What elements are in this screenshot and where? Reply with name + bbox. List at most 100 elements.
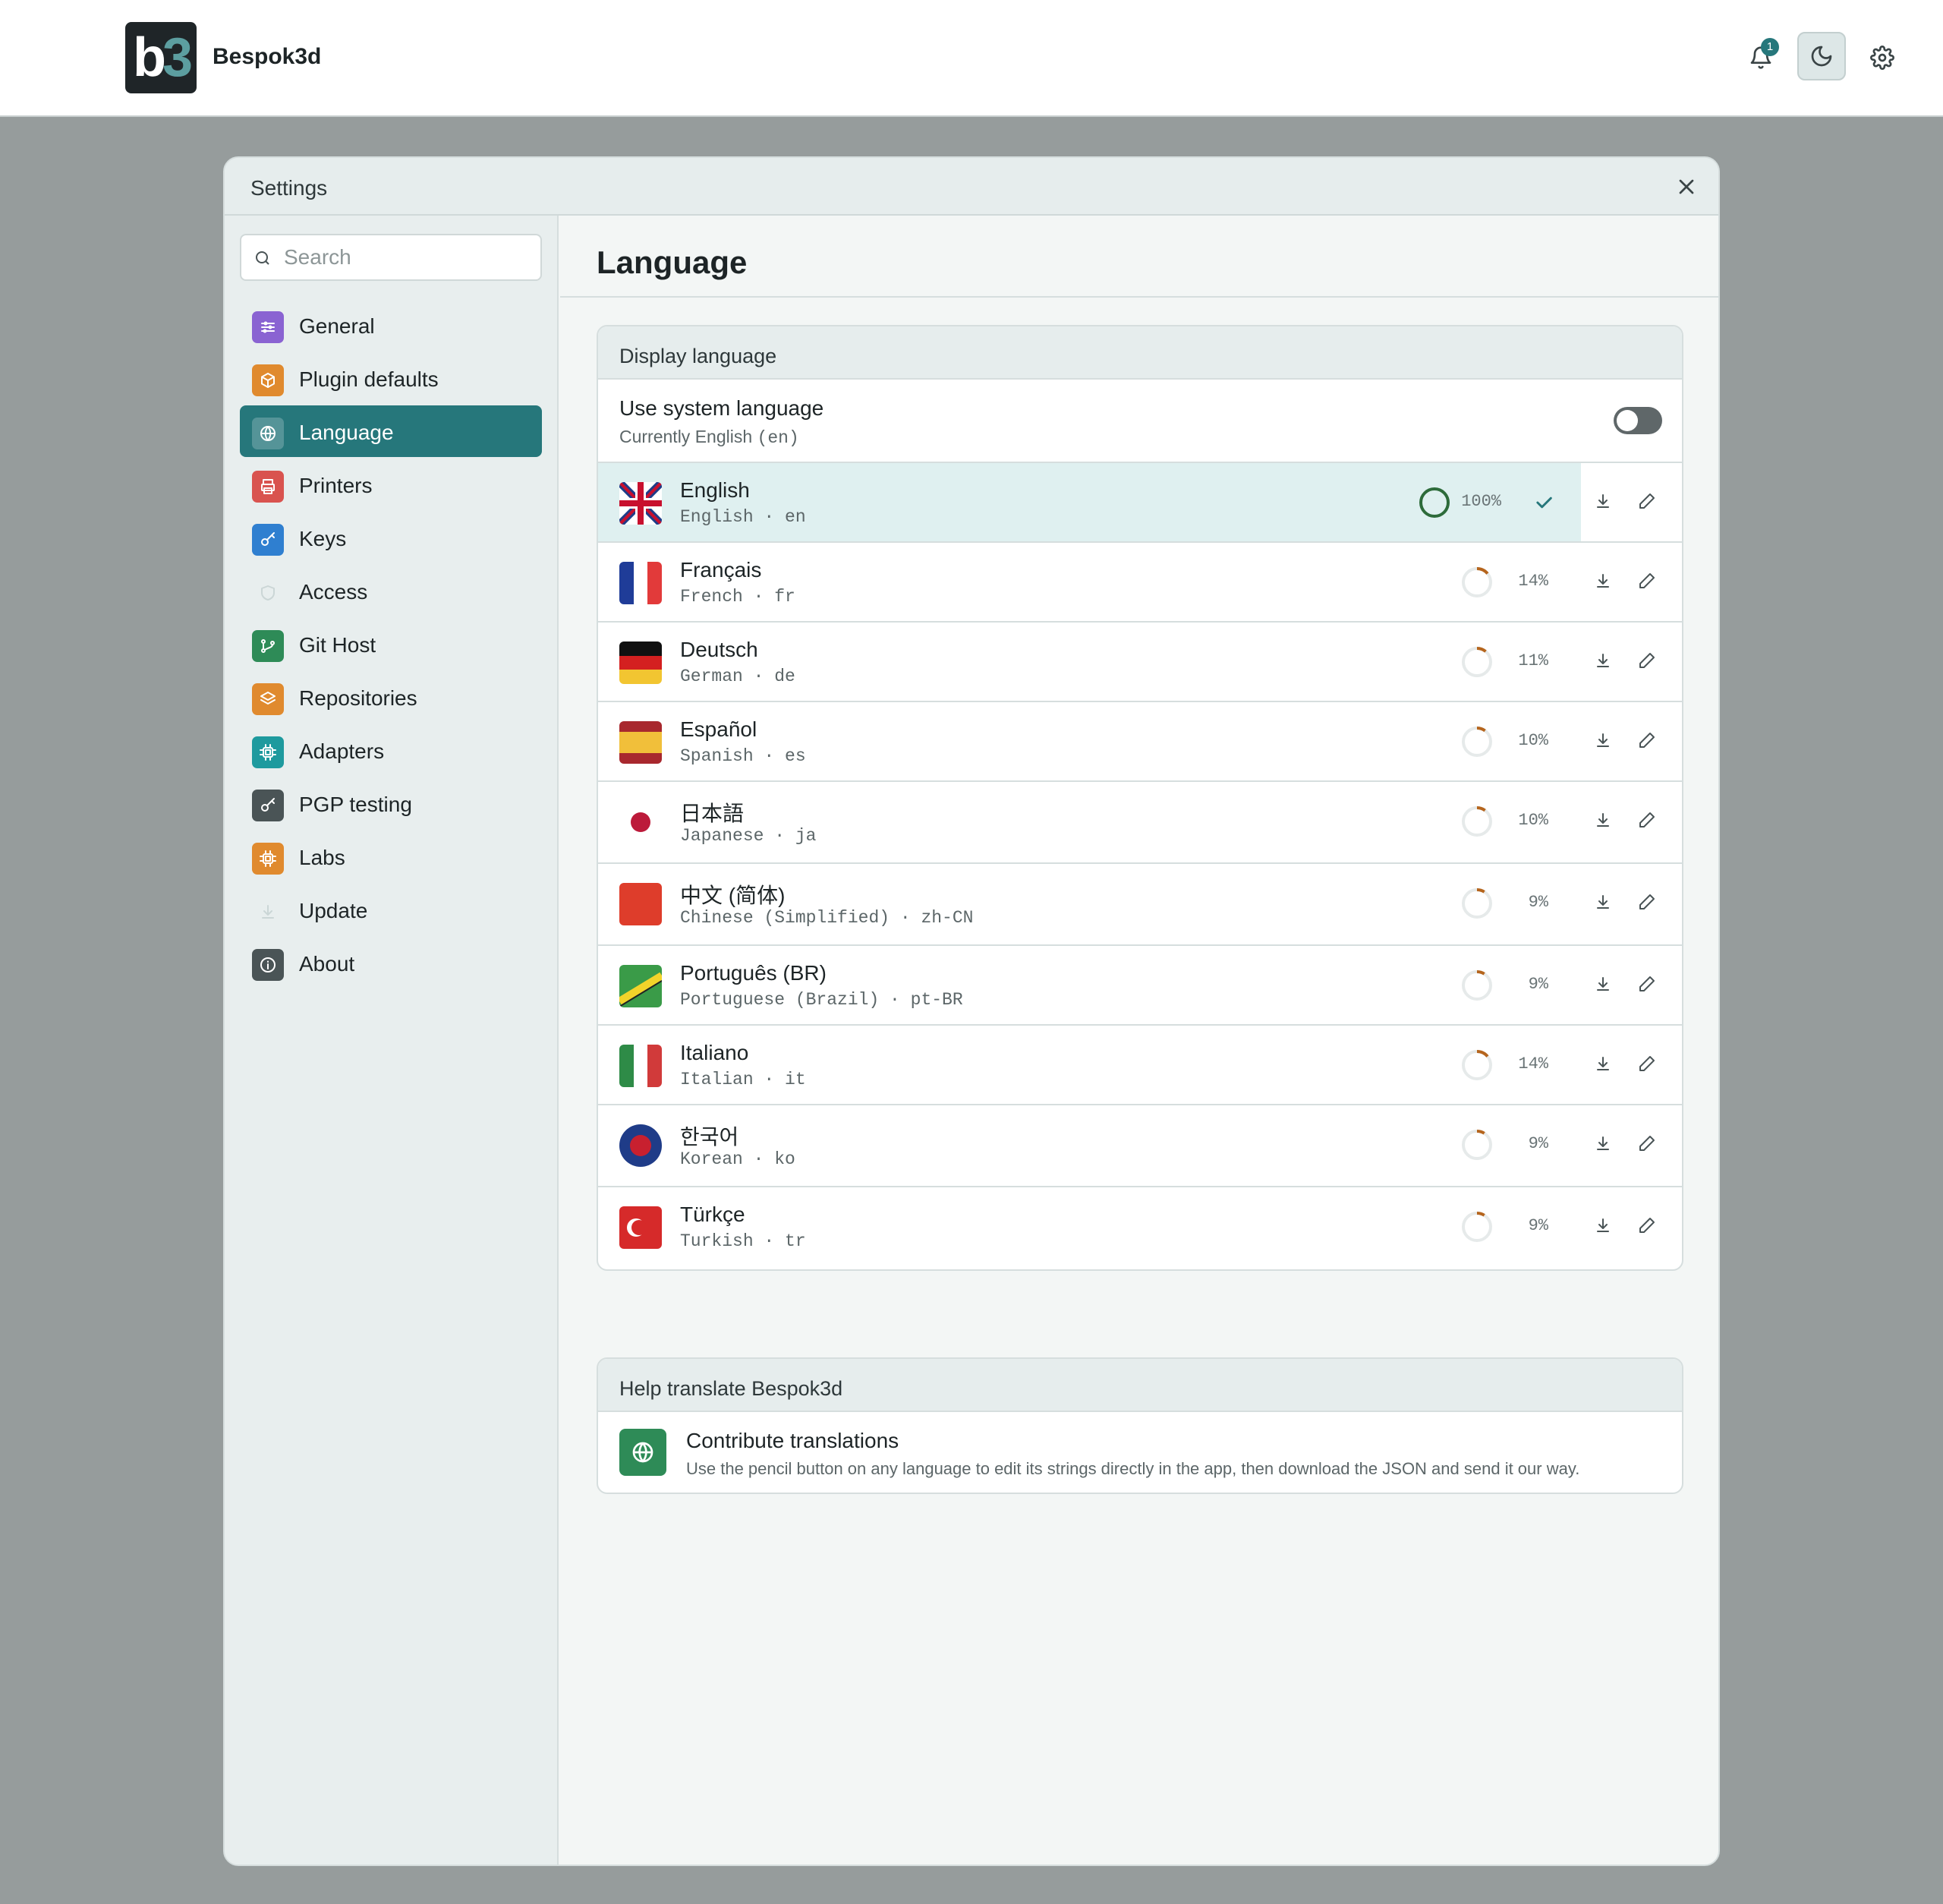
progress-percent: 9%	[1528, 893, 1548, 912]
sidebar-item-general[interactable]: General	[240, 299, 542, 351]
download-button[interactable]	[1594, 975, 1615, 996]
flag-ko-icon	[619, 1124, 662, 1167]
language-code: Chinese (Simplified) · zh-CN	[680, 908, 974, 928]
globe-icon	[252, 418, 284, 449]
flag-es-icon	[619, 721, 662, 764]
download-button[interactable]	[1594, 893, 1615, 914]
theme-toggle-button[interactable]	[1797, 32, 1846, 80]
download-button[interactable]	[1594, 1216, 1615, 1237]
edit-button[interactable]	[1638, 893, 1659, 914]
sidebar-item-repositories[interactable]: Repositories	[240, 671, 542, 723]
edit-button[interactable]	[1638, 651, 1659, 673]
settings-button[interactable]	[1858, 33, 1907, 82]
language-row-es[interactable]: Español Spanish · es 10%	[598, 702, 1682, 782]
edit-button[interactable]	[1638, 1134, 1659, 1155]
progress-ring	[1460, 969, 1494, 1002]
language-row-fr[interactable]: Français French · fr 14%	[598, 543, 1682, 623]
download-button[interactable]	[1594, 572, 1615, 593]
check-icon	[1533, 492, 1554, 513]
sidebar-item-plugin-defaults[interactable]: Plugin defaults	[240, 352, 542, 404]
edit-button[interactable]	[1638, 731, 1659, 752]
close-button[interactable]	[1674, 175, 1699, 199]
edit-button[interactable]	[1638, 1054, 1659, 1076]
download-button[interactable]	[1594, 811, 1615, 832]
flag-cn-icon	[619, 883, 662, 925]
sidebar-item-label: Plugin defaults	[299, 367, 439, 391]
sidebar-item-label: PGP testing	[299, 793, 412, 816]
contribute-description: Use the pencil button on any language to…	[686, 1459, 1580, 1478]
flag-it-icon	[619, 1045, 662, 1087]
close-icon	[1679, 179, 1694, 194]
info-icon	[252, 949, 284, 981]
sidebar-item-label: Adapters	[299, 739, 385, 763]
language-row-tr[interactable]: Türkçe Turkish · tr 9%	[598, 1187, 1682, 1269]
progress-percent: 9%	[1528, 1216, 1548, 1235]
download-button[interactable]	[1594, 651, 1615, 673]
pencil-icon	[1638, 573, 1656, 593]
progress-ring	[1460, 566, 1494, 599]
language-row-ja[interactable]: 日本語 Japanese · ja 10%	[598, 782, 1682, 864]
contribute-title: Contribute translations	[686, 1429, 899, 1452]
sidebar-item-printers[interactable]: Printers	[240, 459, 542, 510]
language-row-cn[interactable]: 中文 (简体) Chinese (Simplified) · zh-CN 9%	[598, 864, 1682, 946]
download-button[interactable]	[1594, 731, 1615, 752]
progress-ring	[1460, 725, 1494, 758]
pencil-icon	[1638, 894, 1656, 914]
language-row-ko[interactable]: 한국어 Korean · ko 9%	[598, 1105, 1682, 1187]
sidebar-item-labs[interactable]: Labs	[240, 831, 542, 882]
download-icon	[1594, 494, 1612, 513]
language-row-de[interactable]: Deutsch German · de 11%	[598, 623, 1682, 702]
sidebar-item-about[interactable]: About	[240, 937, 542, 988]
sidebar-item-label: Update	[299, 899, 368, 922]
sidebar-item-update[interactable]: Update	[240, 884, 542, 935]
download-button[interactable]	[1594, 1054, 1615, 1076]
flag-br-icon	[619, 965, 662, 1007]
sidebar-item-language[interactable]: Language	[240, 405, 542, 457]
sidebar-item-keys[interactable]: Keys	[240, 512, 542, 563]
notifications-button[interactable]: 1	[1737, 33, 1785, 82]
progress-ring	[1460, 1128, 1494, 1162]
language-name: 中文 (简体)	[680, 884, 786, 907]
sidebar-item-git-host[interactable]: Git Host	[240, 618, 542, 670]
language-row-it[interactable]: Italiano Italian · it 14%	[598, 1026, 1682, 1105]
system-language-toggle[interactable]	[1614, 407, 1662, 434]
progress-percent: 9%	[1528, 1134, 1548, 1153]
search-box[interactable]	[240, 234, 542, 281]
language-name: Türkçe	[680, 1203, 745, 1226]
sidebar-item-label: Keys	[299, 527, 347, 550]
sidebar-item-pgp-testing[interactable]: PGP testing	[240, 777, 542, 829]
download-icon	[1594, 895, 1612, 914]
edit-button[interactable]	[1638, 811, 1659, 832]
progress-percent: 14%	[1518, 572, 1548, 591]
flag-uk-icon	[619, 482, 662, 525]
edit-button[interactable]	[1638, 492, 1659, 513]
app-logo[interactable]: b3	[125, 22, 197, 93]
download-button[interactable]	[1594, 1134, 1615, 1155]
edit-button[interactable]	[1638, 572, 1659, 593]
download-icon	[1594, 733, 1612, 752]
sidebar-item-access[interactable]: Access	[240, 565, 542, 616]
flag-fr-icon	[619, 562, 662, 604]
edit-button[interactable]	[1638, 975, 1659, 996]
language-name: Português (BR)	[680, 961, 827, 985]
language-code: German · de	[680, 667, 795, 686]
title-divider	[560, 296, 1718, 298]
language-name: Italiano	[680, 1041, 749, 1064]
language-row-uk[interactable]: English English · en 100%	[598, 463, 1682, 543]
language-name: Deutsch	[680, 638, 758, 661]
language-row-br[interactable]: Português (BR) Portuguese (Brazil) · pt-B…	[598, 946, 1682, 1026]
edit-button[interactable]	[1638, 1216, 1659, 1237]
system-language-title: Use system language	[619, 396, 824, 420]
search-input[interactable]	[284, 241, 534, 273]
key-icon	[252, 524, 284, 556]
language-code: French · fr	[680, 587, 795, 607]
progress-ring	[1460, 805, 1494, 838]
globe-icon	[619, 1429, 666, 1476]
progress-percent: 10%	[1518, 731, 1548, 750]
language-panel: Language Display language Use system lan…	[560, 216, 1718, 1865]
notification-badge: 1	[1761, 38, 1779, 56]
flag-tr-icon	[619, 1206, 662, 1249]
sidebar-item-adapters[interactable]: Adapters	[240, 724, 542, 776]
download-button[interactable]	[1594, 492, 1615, 513]
git-branch-icon	[252, 630, 284, 662]
